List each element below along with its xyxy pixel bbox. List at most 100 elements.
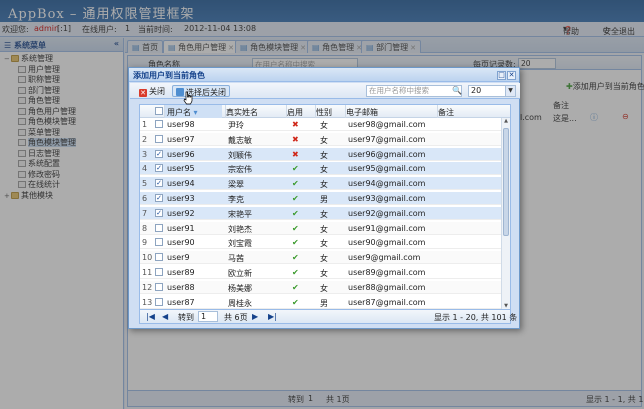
realname-cell: 戴志敏 [228,135,252,145]
page-number-input[interactable]: 1 [198,311,218,322]
search-icon[interactable]: 🔍 [452,86,462,95]
sort-desc-icon: ▾ [193,108,198,117]
enabled-check-icon: ✔ [292,268,299,277]
row-number: 7 [142,208,148,218]
table-row[interactable]: 2 user97 戴志敏 ✖ 女 user97@gmail.com [140,132,502,146]
row-checkbox[interactable] [155,282,163,291]
realname-cell: 尹玲 [228,121,244,130]
last-page-icon[interactable]: ▶| [268,312,277,321]
select-all-checkbox[interactable] [155,107,163,115]
table-row[interactable]: 4 ✓ user95 宗宏伟 ✔ 女 user95@gmail.com [140,162,502,176]
gender-cell: 女 [320,209,328,219]
table-row[interactable]: 6 ✓ user93 李克 ✔ 男 user93@gmail.com [140,192,502,205]
column-header-3[interactable]: 性别 [316,107,332,118]
pager-info: 显示 1 - 20, 共 101 条 [434,313,518,322]
realname-cell: 刘颖伟 [228,150,252,160]
username-cell: user94 [167,179,195,189]
table-row[interactable]: 13 user87 周桂永 ✔ 男 user87@gmail.com [140,296,502,309]
row-number: 12 [142,282,153,292]
realname-cell: 梁翠 [228,180,244,190]
username-cell: user92 [167,208,195,218]
row-checkbox[interactable] [155,253,163,262]
row-checkbox[interactable]: ✓ [155,149,163,158]
scroll-up-icon[interactable]: ▲ [502,118,510,126]
first-page-icon[interactable]: |◀ [146,312,155,321]
select-and-close-button[interactable]: 选择后关闭 [172,85,230,97]
add-user-dialog: 添加用户到当前角色 □ ✕ ✕ 关闭 选择后关闭 在用户名称中搜索 🔍 20 ▼ 用户… [128,67,520,329]
column-header-1[interactable]: 真实姓名 [226,107,258,118]
table-row[interactable]: 9 user90 刘宝霞 ✔ 女 user90@gmail.com [140,236,502,250]
username-cell: user87 [167,297,195,307]
column-separator[interactable] [225,105,226,118]
disabled-cross-icon: ✖ [292,120,299,129]
column-separator[interactable] [286,105,287,118]
column-header-2[interactable]: 启用 [287,107,303,118]
prev-page-icon[interactable]: ◀ [162,312,168,321]
row-number: 6 [142,194,148,203]
realname-cell: 李克 [228,195,244,204]
realname-cell: 宋艳平 [228,209,252,219]
row-checkbox[interactable] [155,297,163,306]
column-header-5[interactable]: 备注 [438,107,454,118]
grid-header: 用户名 ▾ 真实姓名 启用 性别 电子邮箱 备注 [140,105,510,118]
row-number: 2 [142,134,148,144]
table-row[interactable]: 5 ✓ user94 梁翠 ✔ 女 user94@gmail.com [140,177,502,191]
hand-cursor-icon [183,91,193,105]
row-number: 5 [142,179,148,189]
email-cell: user92@gmail.com [348,208,426,218]
row-number: 13 [142,297,153,307]
email-cell: user91@gmail.com [348,223,426,233]
enabled-check-icon: ✔ [292,223,299,233]
next-page-icon[interactable]: ▶ [252,312,258,321]
dialog-page-size-select[interactable]: 20 ▼ [468,85,516,97]
goto-label: 转到 [178,313,194,322]
scroll-thumb[interactable] [503,128,509,236]
column-header-4[interactable]: 电子邮箱 [346,107,378,118]
table-row[interactable]: 10 user9 马茜 ✔ 女 user9@gmail.com [140,251,502,265]
row-checkbox[interactable]: ✓ [155,208,163,217]
email-cell: user9@gmail.com [348,253,421,263]
row-checkbox[interactable] [155,223,163,232]
grid-scrollbar[interactable]: ▲ ▼ [501,118,510,309]
row-checkbox[interactable]: ✓ [155,194,163,202]
close-button[interactable]: ✕ 关闭 [136,85,168,97]
row-checkbox[interactable]: ✓ [155,164,163,173]
gender-cell: 女 [320,283,328,293]
table-row[interactable]: 11 user89 欧立新 ✔ 女 user89@gmail.com [140,266,502,279]
email-cell: user97@gmail.com [348,134,426,144]
row-checkbox[interactable]: ✓ [155,179,163,188]
table-row[interactable]: 1 user98 尹玲 ✖ 女 user98@gmail.com [140,118,502,131]
table-row[interactable]: 3 ✓ user96 刘颖伟 ✖ 女 user96@gmail.com [140,147,502,161]
column-separator[interactable] [345,105,346,118]
row-checkbox[interactable] [155,268,163,276]
table-row[interactable]: 8 user91 刘艳杰 ✔ 女 user91@gmail.com [140,221,502,235]
column-separator[interactable] [164,105,165,118]
maximize-icon[interactable]: □ [497,71,506,80]
table-row[interactable]: 7 ✓ user92 宋艳平 ✔ 女 user92@gmail.com [140,206,502,220]
username-cell: user9 [167,253,190,263]
email-cell: user96@gmail.com [348,149,426,159]
dialog-search-input[interactable]: 在用户名称中搜索 [366,85,462,97]
username-cell: user88 [167,282,195,292]
row-checkbox[interactable] [155,238,163,247]
username-cell: user98 [167,120,195,129]
enabled-check-icon: ✔ [292,282,299,292]
realname-cell: 刘宝霞 [228,239,252,249]
scroll-down-icon[interactable]: ▼ [502,303,510,309]
row-number: 1 [142,120,148,129]
row-number: 9 [142,238,148,248]
dialog-close-icon[interactable]: ✕ [507,71,516,80]
table-row[interactable]: 12 user88 杨美娜 ✔ 女 user88@gmail.com [140,280,502,294]
column-header-0[interactable]: 用户名 ▾ [165,105,222,118]
dialog-pager: |◀ ◀ 转到 1 共 6页 ▶ ▶| 显示 1 - 20, 共 101 条 [139,310,517,324]
gender-cell: 女 [320,150,328,160]
email-cell: user95@gmail.com [348,164,426,174]
column-separator[interactable] [315,105,316,118]
username-cell: user97 [167,134,195,144]
email-cell: user90@gmail.com [348,238,426,248]
column-separator[interactable] [437,105,438,118]
row-checkbox[interactable] [155,120,163,128]
row-checkbox[interactable] [155,134,163,143]
row-number: 4 [142,164,148,174]
enabled-check-icon: ✔ [292,297,299,307]
